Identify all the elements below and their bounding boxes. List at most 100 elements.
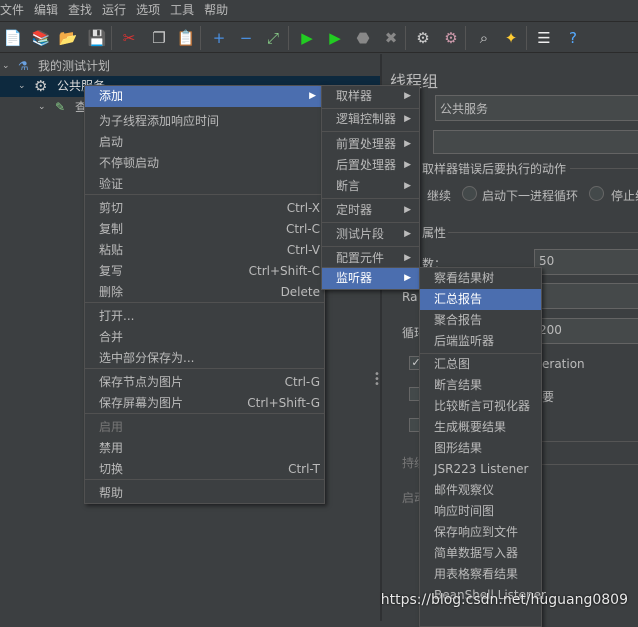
open-icon[interactable]: 📂 (57, 27, 79, 49)
menu-item[interactable]: 定时器 ▶ (322, 200, 419, 221)
menu-item[interactable]: 监听器 ▶ (322, 268, 419, 289)
stop-icon[interactable]: ⬣ (352, 27, 374, 49)
name-field[interactable]: 公共服务 (435, 95, 638, 121)
menu-6[interactable]: 帮助 (204, 0, 234, 19)
menu-item-label: 响应时间图 (434, 504, 495, 518)
save-icon[interactable]: 💾 (86, 27, 108, 49)
menu-item[interactable]: 汇总报告 (420, 289, 541, 310)
menu-item-label: 用表格察看结果 (434, 567, 519, 581)
menu-item[interactable]: 简单数据写入器 (420, 543, 541, 564)
menu-separator (322, 198, 419, 199)
menu-item[interactable]: 取样器 ▶ (322, 86, 419, 107)
chevron-down-icon[interactable]: ⌄ (2, 56, 10, 77)
menu-item[interactable]: 合并 (85, 327, 324, 348)
help-icon[interactable]: ? (562, 27, 584, 49)
templates-icon[interactable]: 📚 (30, 27, 52, 49)
comment-field[interactable] (433, 130, 638, 154)
menu-item[interactable]: 启用 (85, 417, 324, 438)
menu-item[interactable]: 粘贴 Ctrl-V (85, 240, 324, 261)
menu-item[interactable]: 后置处理器 ▶ (322, 155, 419, 176)
menu-item[interactable]: 测试片段 ▶ (322, 224, 419, 245)
menu-item[interactable]: 剪切 Ctrl-X (85, 198, 324, 219)
menu-item[interactable]: 保存节点为图片 Ctrl-G (85, 372, 324, 393)
clear-icon[interactable]: ⚙ (412, 27, 434, 49)
menu-item[interactable]: 选中部分保存为... (85, 348, 324, 369)
threads-field[interactable]: 50 (534, 249, 638, 275)
menu-item[interactable]: 生成概要结果 (420, 417, 541, 438)
same-user-label: eration (542, 357, 585, 371)
menu-item[interactable]: 复写 Ctrl+Shift-C (85, 261, 324, 282)
menu-item[interactable]: 断言结果 (420, 375, 541, 396)
menu-item[interactable]: 复制 Ctrl-C (85, 219, 324, 240)
menu-item[interactable]: 邮件观察仪 (420, 480, 541, 501)
menu-item[interactable]: 逻辑控制器 ▶ (322, 109, 419, 130)
menu-item[interactable]: 聚合报告 (420, 310, 541, 331)
menu-item[interactable]: 启动 (85, 132, 324, 153)
menu-item[interactable]: 后端监听器 (420, 331, 541, 352)
clear-all-icon[interactable]: ⚙ (440, 27, 462, 49)
chevron-down-icon[interactable]: ⌄ (38, 97, 46, 118)
menu-item[interactable]: 汇总图 (420, 354, 541, 375)
radio-start-next-loop[interactable] (462, 186, 477, 201)
new-icon[interactable]: 📄 (2, 27, 24, 49)
paste-icon[interactable]: 📋 (175, 27, 197, 49)
toolbar: 📄 📚 📂 💾 ✂ ❐ 📋 + − ⤢ ▶ ▶ ⬣ ✖ ⚙ ⚙ ⌕ ✦ ☰? (0, 21, 638, 53)
start-no-pause-icon[interactable]: ▶ (324, 27, 346, 49)
shortcut-label: Delete (280, 285, 320, 299)
collapse-icon[interactable]: − (235, 27, 257, 49)
menu-item[interactable]: 禁用 (85, 438, 324, 459)
divider-grip-icon[interactable]: • • • (374, 370, 380, 390)
menu-5[interactable]: 工具 (170, 0, 200, 19)
menu-item[interactable]: 添加 ▶ (85, 86, 324, 107)
context-menu: 添加 ▶ 为子线程添加响应时间 启动 不停顿启动 验证 剪切 Ctrl-X 复制 Ctrl-C 粘贴… (84, 85, 325, 504)
copy-icon[interactable]: ❐ (148, 27, 170, 49)
menu-item-label: 粘贴 (99, 243, 124, 257)
menu-item[interactable]: 切换 Ctrl-T (85, 459, 324, 480)
search-icon[interactable]: ⌕ (473, 27, 495, 49)
menu-item[interactable]: 验证 (85, 174, 324, 195)
menu-3[interactable]: 运行 (102, 0, 132, 19)
start-icon[interactable]: ▶ (296, 27, 318, 49)
menu-item-label: 帮助 (99, 486, 124, 500)
cut-icon[interactable]: ✂ (118, 27, 140, 49)
menu-item-label: 删除 (99, 285, 124, 299)
shutdown-icon[interactable]: ✖ (380, 27, 402, 49)
menu-item[interactable]: 不停顿启动 (85, 153, 324, 174)
menu-0[interactable]: 文件 (0, 0, 30, 19)
toolbar-separator (288, 26, 289, 50)
submenu-arrow-icon: ▶ (404, 253, 411, 263)
menu-item[interactable]: 察看结果树 (420, 268, 541, 289)
menu-item[interactable]: 前置处理器 ▶ (322, 134, 419, 155)
menu-item[interactable]: 保存响应到文件 (420, 522, 541, 543)
menu-item[interactable]: 用表格察看结果 (420, 564, 541, 585)
chevron-down-icon[interactable]: ⌄ (18, 76, 26, 97)
menu-item-label: 验证 (99, 177, 124, 191)
menu-item[interactable]: 断言 ▶ (322, 176, 419, 197)
rampup-field[interactable] (534, 283, 638, 309)
toggle-icon[interactable]: ⤢ (262, 27, 284, 49)
menu-item[interactable]: 删除 Delete (85, 282, 324, 303)
menu-1[interactable]: 编辑 (34, 0, 64, 19)
flask-icon: ⚗ (18, 59, 29, 73)
menu-item[interactable]: 打开... (85, 306, 324, 327)
menu-item-label: 逻辑控制器 (336, 112, 397, 126)
loop-field[interactable]: 200 (534, 318, 638, 344)
menu-item[interactable]: 图形结果 (420, 438, 541, 459)
tree-node-test-plan[interactable]: ⌄ ⚗ 我的测试计划 (0, 56, 380, 77)
menu-item-label: 选中部分保存为... (99, 351, 195, 365)
radio-stop-thread[interactable] (589, 186, 604, 201)
reset-search-icon[interactable]: ✦ (500, 27, 522, 49)
function-helper-icon[interactable]: ☰ (533, 27, 555, 49)
menu-item[interactable]: 比较断言可视化器 (420, 396, 541, 417)
expand-icon[interactable]: + (208, 27, 230, 49)
menu-item[interactable]: JSR223 Listener (420, 459, 541, 480)
menu-item[interactable]: 帮助 (85, 483, 324, 504)
menu-item[interactable]: 保存屏幕为图片 Ctrl+Shift-G (85, 393, 324, 414)
menu-2[interactable]: 查找 (68, 0, 98, 19)
menu-item[interactable]: 配置元件 ▶ (322, 248, 419, 269)
menu-item-label: 断言 (336, 179, 361, 193)
menu-item[interactable]: 为子线程添加响应时间 (85, 111, 324, 132)
shortcut-label: Ctrl-X (286, 201, 320, 215)
menu-4[interactable]: 选项 (136, 0, 166, 19)
menu-item[interactable]: 响应时间图 (420, 501, 541, 522)
